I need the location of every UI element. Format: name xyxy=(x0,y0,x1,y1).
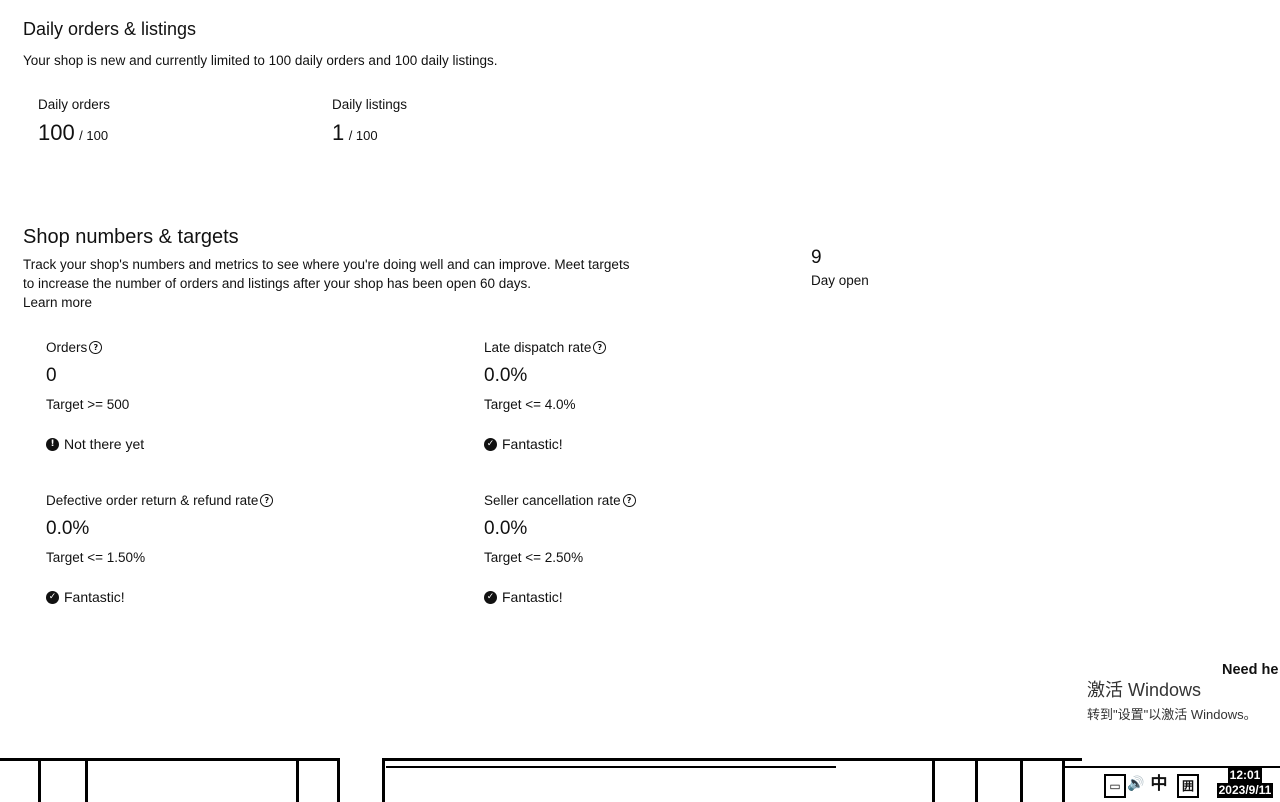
input-language-icon[interactable]: 中 xyxy=(1149,774,1169,794)
metric-title: Seller cancellation rate xyxy=(484,493,621,508)
days-open-block: 9 Day open xyxy=(811,247,869,288)
metric-target: Target <= 4.0% xyxy=(484,397,576,412)
check-circle-icon: ✓ xyxy=(46,590,59,604)
metric-title: Orders xyxy=(46,340,88,355)
daily-orders-value: 100 xyxy=(38,120,75,145)
metric-status: Fantastic! xyxy=(502,589,563,605)
metric-card-late-dispatch: Late dispatch rate ? 0.0% Target <= 4.0%… xyxy=(484,340,607,452)
metric-card-orders: Orders ? 0 Target >= 500 ! Not there yet xyxy=(46,340,144,452)
metric-value: 0.0% xyxy=(484,518,528,539)
help-icon[interactable]: ? xyxy=(260,494,274,507)
metric-status: Fantastic! xyxy=(64,589,125,605)
activation-title: 激活 Windows xyxy=(1087,680,1202,700)
metric-status: Not there yet xyxy=(64,436,145,452)
network-icon[interactable]: ▭ xyxy=(1104,774,1126,798)
help-icon[interactable]: ? xyxy=(593,341,607,354)
help-icon[interactable]: ? xyxy=(622,494,636,507)
metric-value: 0 xyxy=(46,365,57,386)
check-circle-icon: ✓ xyxy=(484,437,497,451)
metric-value: 0.0% xyxy=(46,518,90,539)
clock-time: 12:01 xyxy=(1227,768,1263,783)
metric-card-defective-order: Defective order return & refund rate ? 0… xyxy=(46,493,274,605)
metric-card-seller-cancellation: Seller cancellation rate ? 0.0% Target <… xyxy=(484,493,636,605)
taskbar-clock[interactable]: 12:01 2023/9/11 xyxy=(1210,768,1280,798)
volume-icon[interactable]: 🔊 xyxy=(1127,774,1145,794)
shop-desc-line2: to increase the number of orders and lis… xyxy=(23,276,532,291)
metric-title: Defective order return & refund rate xyxy=(46,493,259,508)
shop-title: Shop numbers & targets xyxy=(23,226,239,248)
daily-section: Daily orders & listings xyxy=(23,19,196,40)
daily-listings-limit: / 100 xyxy=(348,128,378,143)
check-circle-icon: ✓ xyxy=(484,590,497,604)
daily-orders-limit: / 100 xyxy=(79,128,109,143)
shop-description: Track your shop's numbers and metrics to… xyxy=(23,255,683,312)
metric-target: Target <= 2.50% xyxy=(484,550,584,565)
windows-activation-watermark: 激活 Windows 转到"设置"以激活 Windows。 xyxy=(1087,676,1257,723)
activation-subtitle: 转到"设置"以激活 Windows。 xyxy=(1087,707,1257,722)
metric-status: Fantastic! xyxy=(502,436,563,452)
taskbar: ▭ 🔊 中 囲 12:01 2023/9/11 xyxy=(0,758,1280,802)
shop-desc-line1: Track your shop's numbers and metrics to… xyxy=(23,257,630,272)
learn-more-link[interactable]: Learn more xyxy=(23,295,92,310)
metric-target: Target >= 500 xyxy=(46,397,130,412)
days-open-value: 9 xyxy=(811,247,822,268)
shop-section: Shop numbers & targets xyxy=(23,226,239,249)
daily-listings-block: Daily listings 1 / 100 xyxy=(332,97,407,146)
daily-title: Daily orders & listings xyxy=(23,19,197,39)
metric-value: 0.0% xyxy=(484,365,528,386)
help-icon[interactable]: ? xyxy=(89,341,103,354)
daily-subtitle: Your shop is new and currently limited t… xyxy=(23,53,498,68)
daily-orders-label: Daily orders xyxy=(38,97,111,112)
daily-orders-block: Daily orders 100 / 100 xyxy=(38,97,110,146)
info-icon: ! xyxy=(46,437,59,451)
daily-listings-label: Daily listings xyxy=(332,97,408,112)
clock-date: 2023/9/11 xyxy=(1216,783,1274,798)
ime-mode-icon[interactable]: 囲 xyxy=(1177,774,1199,798)
days-open-label: Day open xyxy=(811,273,869,288)
daily-listings-value: 1 xyxy=(332,120,345,145)
metric-title: Late dispatch rate xyxy=(484,340,592,355)
metric-target: Target <= 1.50% xyxy=(46,550,146,565)
